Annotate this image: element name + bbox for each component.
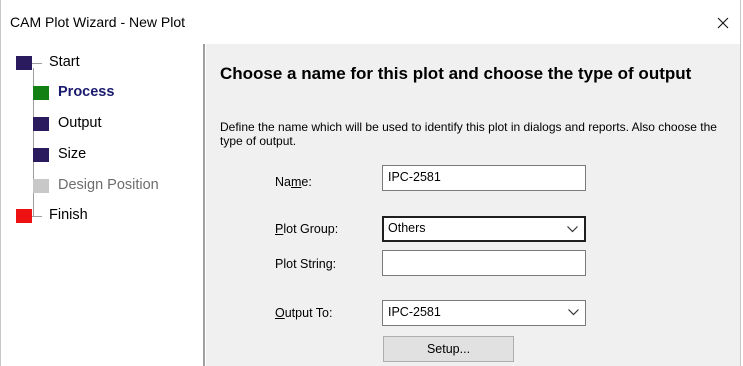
name-label: Name: — [275, 175, 312, 189]
title-bar: CAM Plot Wizard - New Plot — [1, 0, 740, 44]
step-output-marker-icon — [33, 117, 49, 131]
step-connector — [32, 216, 42, 217]
page-heading: Choose a name for this plot and choose t… — [220, 64, 692, 83]
step-output: Output — [1, 113, 201, 135]
step-output-label: Output — [58, 115, 102, 131]
step-design-position-label: Design Position — [58, 177, 159, 193]
step-size-label: Size — [58, 146, 87, 162]
step-connector — [32, 63, 42, 64]
wizard-window: CAM Plot Wizard - New Plot Start Process… — [0, 0, 741, 366]
output-to-value: IPC-2581 — [388, 305, 441, 319]
wizard-steps-panel: Start Process Output Size Design Positio… — [1, 44, 203, 366]
setup-button[interactable]: Setup... — [383, 336, 514, 362]
output-to-label: Output To: — [275, 306, 333, 320]
step-process-label: Process — [58, 84, 115, 100]
step-size-marker-icon — [33, 148, 49, 162]
wizard-content: Choose a name for this plot and choose t… — [206, 44, 740, 366]
name-input[interactable]: IPC-2581 — [382, 165, 586, 191]
step-design-position-marker-icon — [33, 179, 49, 193]
page-description: Define the name which will be used to id… — [220, 120, 717, 148]
step-design-position: Design Position — [1, 175, 201, 197]
step-start-label: Start — [49, 54, 80, 70]
step-size: Size — [1, 144, 201, 166]
chevron-down-icon — [567, 226, 578, 233]
plot-string-label: Plot String: — [275, 257, 337, 271]
close-icon — [717, 17, 729, 29]
output-to-select[interactable]: IPC-2581 — [382, 300, 586, 326]
step-process-marker-icon — [33, 86, 49, 100]
plot-group-value: Others — [388, 221, 426, 235]
window-title: CAM Plot Wizard - New Plot — [10, 14, 186, 30]
step-finish: Finish — [1, 205, 201, 227]
plot-group-label: Plot Group: — [275, 222, 339, 236]
plot-group-select[interactable]: Others — [382, 216, 586, 242]
chevron-down-icon — [568, 309, 579, 316]
plot-string-input[interactable] — [382, 250, 586, 276]
step-start: Start — [1, 52, 201, 74]
step-start-marker-icon — [16, 56, 32, 70]
close-button[interactable] — [706, 6, 740, 40]
step-finish-label: Finish — [49, 207, 88, 223]
step-finish-marker-icon — [16, 209, 32, 223]
step-process: Process — [1, 82, 201, 104]
